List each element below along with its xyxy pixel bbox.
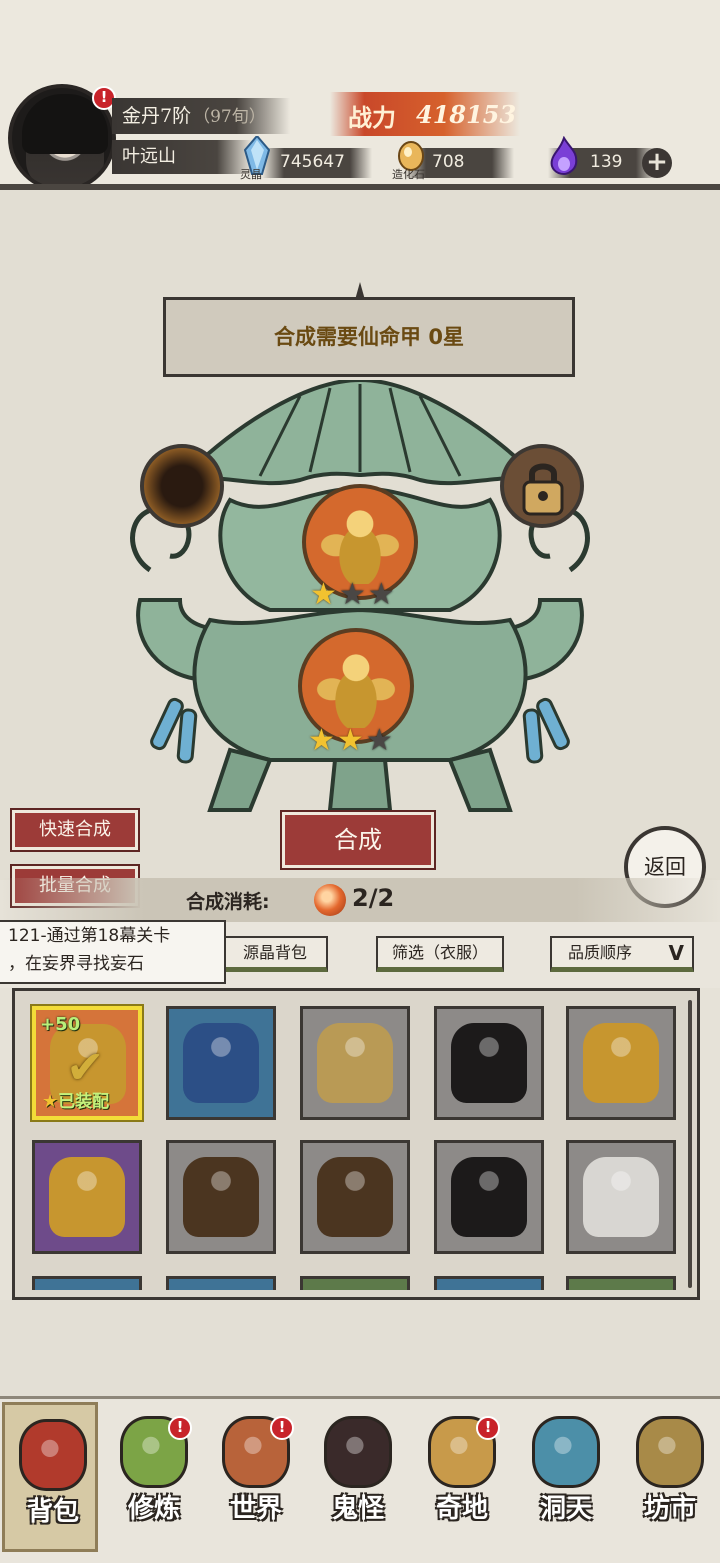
power-value: 418153 [416, 100, 517, 129]
blue-robe-icon [183, 1023, 259, 1103]
nav-item-market[interactable]: 坊市 [622, 1402, 718, 1552]
requirement-text: 合成需要仙命甲 0星 [274, 325, 464, 349]
lock-slot[interactable] [500, 444, 584, 528]
quest-tip[interactable]: 121-通过第18幕关卡 ，在妄界寻找妄石 [0, 920, 226, 984]
filter-clothes-button[interactable]: 筛选（衣服） [376, 936, 504, 972]
nav-label: 鬼怪 [331, 1494, 384, 1524]
name-bar: 叶远山 [112, 140, 252, 174]
nav-label: 修炼 [127, 1494, 180, 1524]
inventory-slot-partial[interactable] [434, 1276, 544, 1290]
nav-item-world-scroll[interactable]: 世界! [208, 1402, 304, 1552]
star-icon: ★ [310, 577, 337, 612]
red-black-robe-icon [451, 1023, 527, 1103]
nav-item-cultivate[interactable]: 修炼! [106, 1402, 202, 1552]
star-icon: ★ [336, 723, 364, 758]
inventory-slot-red-black-robe[interactable] [434, 1140, 544, 1254]
nav-label: 世界 [229, 1494, 282, 1524]
alert-badge: ! [476, 1416, 500, 1440]
star-icon: ★ [42, 1091, 59, 1112]
inventory-slot-red-black-robe[interactable] [434, 1006, 544, 1120]
market-icon [636, 1416, 704, 1488]
golden-armor-icon [320, 498, 400, 584]
inventory-slot-partial[interactable] [166, 1276, 276, 1290]
nav-label: 背包 [26, 1497, 79, 1527]
star-icon: ★ [338, 577, 366, 612]
crystal-bag-button[interactable]: 源晶背包 [222, 936, 328, 972]
resource-caption: 灵晶 [240, 168, 262, 181]
inventory-slot-golden-armor[interactable]: +50 ✔ ★已装配 [32, 1006, 142, 1120]
spacer [0, 1300, 720, 1400]
nav-item-bag[interactable]: 背包 [2, 1402, 98, 1552]
nav-label: 坊市 [643, 1494, 696, 1524]
star-icon: ★ [365, 723, 393, 758]
resource-value: 139 [590, 152, 623, 172]
resource-spirit-crystal: 745647 [262, 148, 372, 178]
alert-badge: ! [270, 1416, 294, 1440]
rank-bar: 金丹7阶 （97旬） [112, 98, 290, 134]
player-name: 叶远山 [122, 146, 176, 167]
add-resource-button[interactable]: + [642, 148, 672, 178]
merge-cost-bar: 合成消耗: 2/2 [0, 878, 720, 922]
cost-label: 合成消耗: [186, 891, 270, 913]
age-text: （97旬） [193, 107, 266, 127]
nav-label: 奇地 [435, 1494, 488, 1524]
slot-bottom-stars: ★ ★ ★ [308, 726, 393, 756]
white-robe-icon [583, 1157, 659, 1237]
quick-merge-button[interactable]: 快速合成 [12, 810, 138, 850]
sort-label: 品质顺序 [568, 943, 633, 962]
rank-text: 金丹7阶 [122, 105, 192, 127]
chevron-down-icon: V [668, 941, 684, 965]
cave-heaven-icon [532, 1416, 600, 1488]
nav-item-wonder-land[interactable]: 奇地! [414, 1402, 510, 1552]
equipped-label: ★已装配 [42, 1087, 109, 1112]
inventory-slot-silver-gold-armor[interactable] [300, 1006, 410, 1120]
star-icon: ★ [308, 723, 335, 758]
equipped-check-icon: ✔ [66, 1040, 105, 1094]
demon-egg-icon [324, 1416, 392, 1488]
merge-button[interactable]: 合成 [282, 812, 434, 868]
equipped-text: 已装配 [58, 1092, 110, 1112]
merge-requirement: 合成需要仙命甲 0星 [163, 297, 575, 377]
star-icon: ★ [367, 577, 395, 612]
sort-dropdown[interactable]: 品质顺序 V [550, 936, 694, 972]
inventory-slot-partial[interactable] [300, 1276, 410, 1290]
slot-top-stars: ★ ★ ★ [310, 580, 395, 610]
quest-line-1: 121-通过第18幕关卡 [8, 926, 171, 946]
inventory-slot-blue-robe[interactable] [166, 1006, 276, 1120]
silver-gold-armor-icon [317, 1023, 393, 1103]
bag-icon [19, 1419, 87, 1491]
alert-badge: ! [168, 1416, 192, 1440]
inventory-scrollbar[interactable] [688, 1000, 692, 1288]
golden-armor-icon [583, 1023, 659, 1103]
golden-armor-icon [316, 642, 396, 728]
quest-line-2: ，在妄界寻找妄石 [8, 954, 144, 974]
purple-flame-icon [550, 136, 578, 176]
dark-brown-robe-icon [317, 1157, 393, 1237]
enhance-level: +50 [40, 1014, 81, 1035]
golden-armor-icon [49, 1157, 125, 1237]
resource-caption: 造化石 [392, 168, 425, 181]
empty-vortex-icon[interactable] [140, 444, 224, 528]
power-label: 战力 [348, 103, 396, 132]
merge-stone-icon [314, 884, 346, 916]
inventory-slot-golden-armor[interactable] [32, 1140, 142, 1254]
inventory-slot-dark-brown-robe[interactable] [166, 1140, 276, 1254]
inventory-slot-partial[interactable] [32, 1276, 142, 1290]
lock-icon [522, 463, 564, 516]
resource-value: 745647 [280, 152, 345, 172]
inventory-slot-white-robe[interactable] [566, 1140, 676, 1254]
cost-value: 2/2 [352, 884, 395, 912]
inventory-slot-dark-brown-robe[interactable] [300, 1140, 410, 1254]
combat-power: 战力 418153 [330, 92, 520, 136]
red-black-robe-icon [451, 1157, 527, 1237]
inventory-slot-golden-armor[interactable] [566, 1006, 676, 1120]
nav-label: 洞天 [539, 1494, 592, 1524]
nav-item-demon-egg[interactable]: 鬼怪 [310, 1402, 406, 1552]
dark-brown-robe-icon [183, 1157, 259, 1237]
resource-value: 708 [432, 152, 465, 172]
inventory-slot-partial[interactable] [566, 1276, 676, 1290]
nav-item-cave-heaven[interactable]: 洞天 [518, 1402, 614, 1552]
